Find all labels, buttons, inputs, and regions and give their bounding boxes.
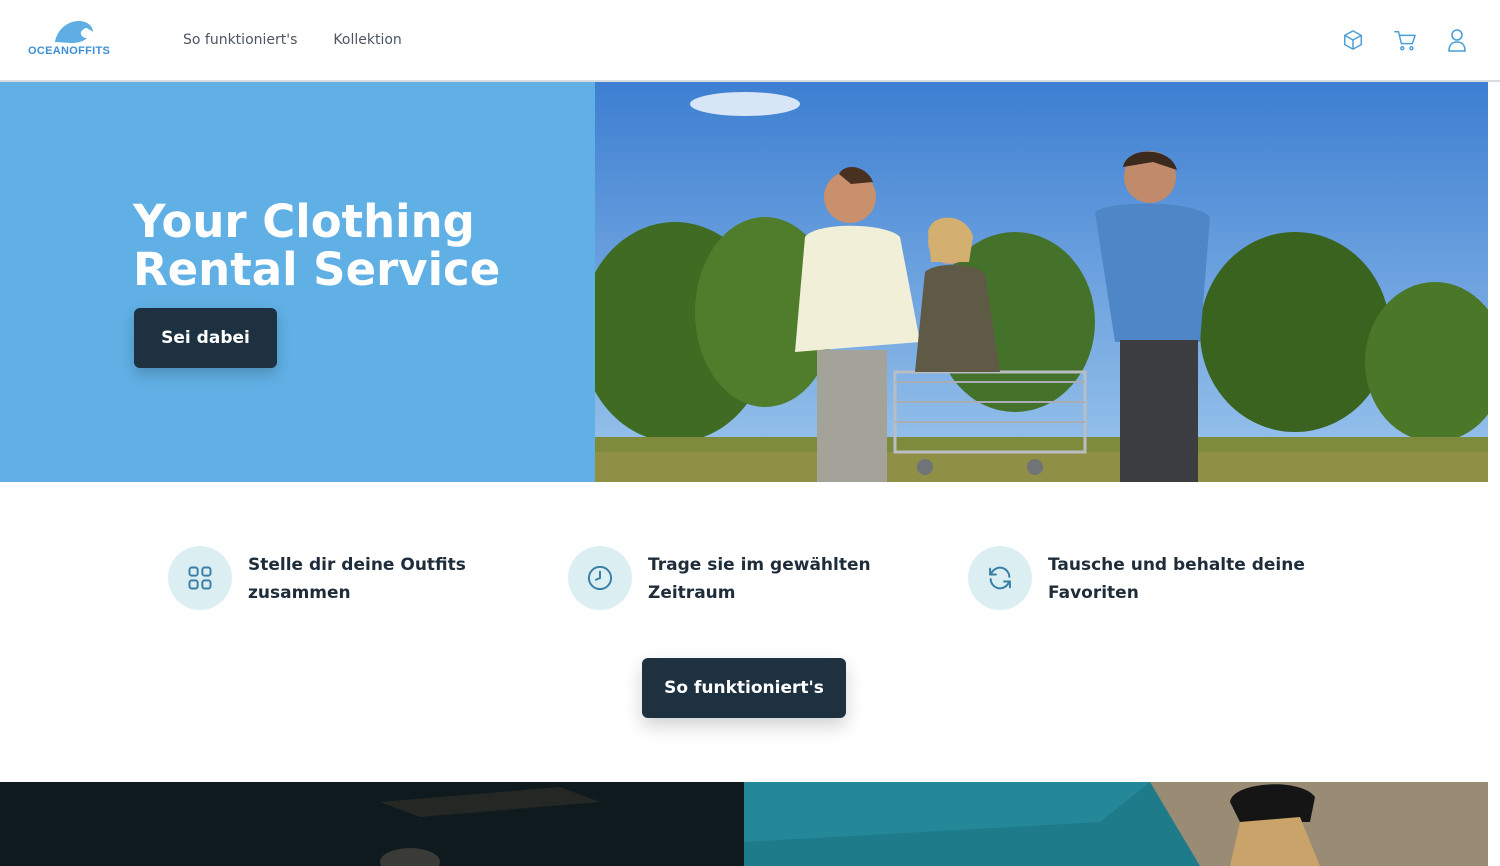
feature-line1: Tausche und behalte deine bbox=[1048, 555, 1305, 575]
hero-title-line2: Rental Service bbox=[133, 243, 501, 296]
hero-photo-illustration bbox=[595, 82, 1488, 482]
user-icon[interactable] bbox=[1444, 26, 1470, 54]
grid-icon bbox=[168, 546, 232, 610]
join-button[interactable]: Sei dabei bbox=[134, 308, 277, 368]
hero-section: Your Clothing Rental Service Sei dabei bbox=[0, 82, 1488, 482]
box-icon[interactable] bbox=[1340, 26, 1366, 54]
hero-photo bbox=[595, 82, 1488, 482]
how-it-works-button[interactable]: So funktioniert's bbox=[642, 658, 846, 718]
main-nav: So funktioniert's Kollektion bbox=[183, 32, 402, 48]
logo-text: OCEANOFFITS bbox=[28, 45, 111, 57]
bottom-photos bbox=[0, 782, 1488, 866]
feature-text: Stelle dir deine Outfits zusammen bbox=[248, 551, 466, 607]
header-actions bbox=[1340, 26, 1470, 54]
nav-collection[interactable]: Kollektion bbox=[333, 32, 401, 48]
clock-icon bbox=[568, 546, 632, 610]
hero-title-line1: Your Clothing bbox=[133, 195, 475, 248]
cart-icon[interactable] bbox=[1392, 26, 1418, 54]
feature-line2: zusammen bbox=[248, 583, 351, 603]
feature-text: Trage sie im gewählten Zeitraum bbox=[648, 551, 871, 607]
feature-line2: Zeitraum bbox=[648, 583, 736, 603]
site-header: OCEANOFFITS So funktioniert's Kollektion bbox=[0, 0, 1500, 82]
feature-line1: Stelle dir deine Outfits bbox=[248, 555, 466, 575]
bottom-image-strip bbox=[0, 782, 1488, 866]
features-row: Stelle dir deine Outfits zusammen Trage … bbox=[168, 546, 1368, 610]
refresh-icon bbox=[968, 546, 1032, 610]
feature-line2: Favoriten bbox=[1048, 583, 1139, 603]
hero-panel: Your Clothing Rental Service Sei dabei bbox=[0, 82, 595, 482]
wave-logo-icon bbox=[55, 21, 93, 43]
hero-title: Your Clothing Rental Service bbox=[133, 198, 573, 294]
feature-line1: Trage sie im gewählten bbox=[648, 555, 871, 575]
nav-how-it-works[interactable]: So funktioniert's bbox=[183, 32, 297, 48]
logo[interactable]: OCEANOFFITS bbox=[28, 18, 124, 58]
feature-text: Tausche und behalte deine Favoriten bbox=[1048, 551, 1305, 607]
